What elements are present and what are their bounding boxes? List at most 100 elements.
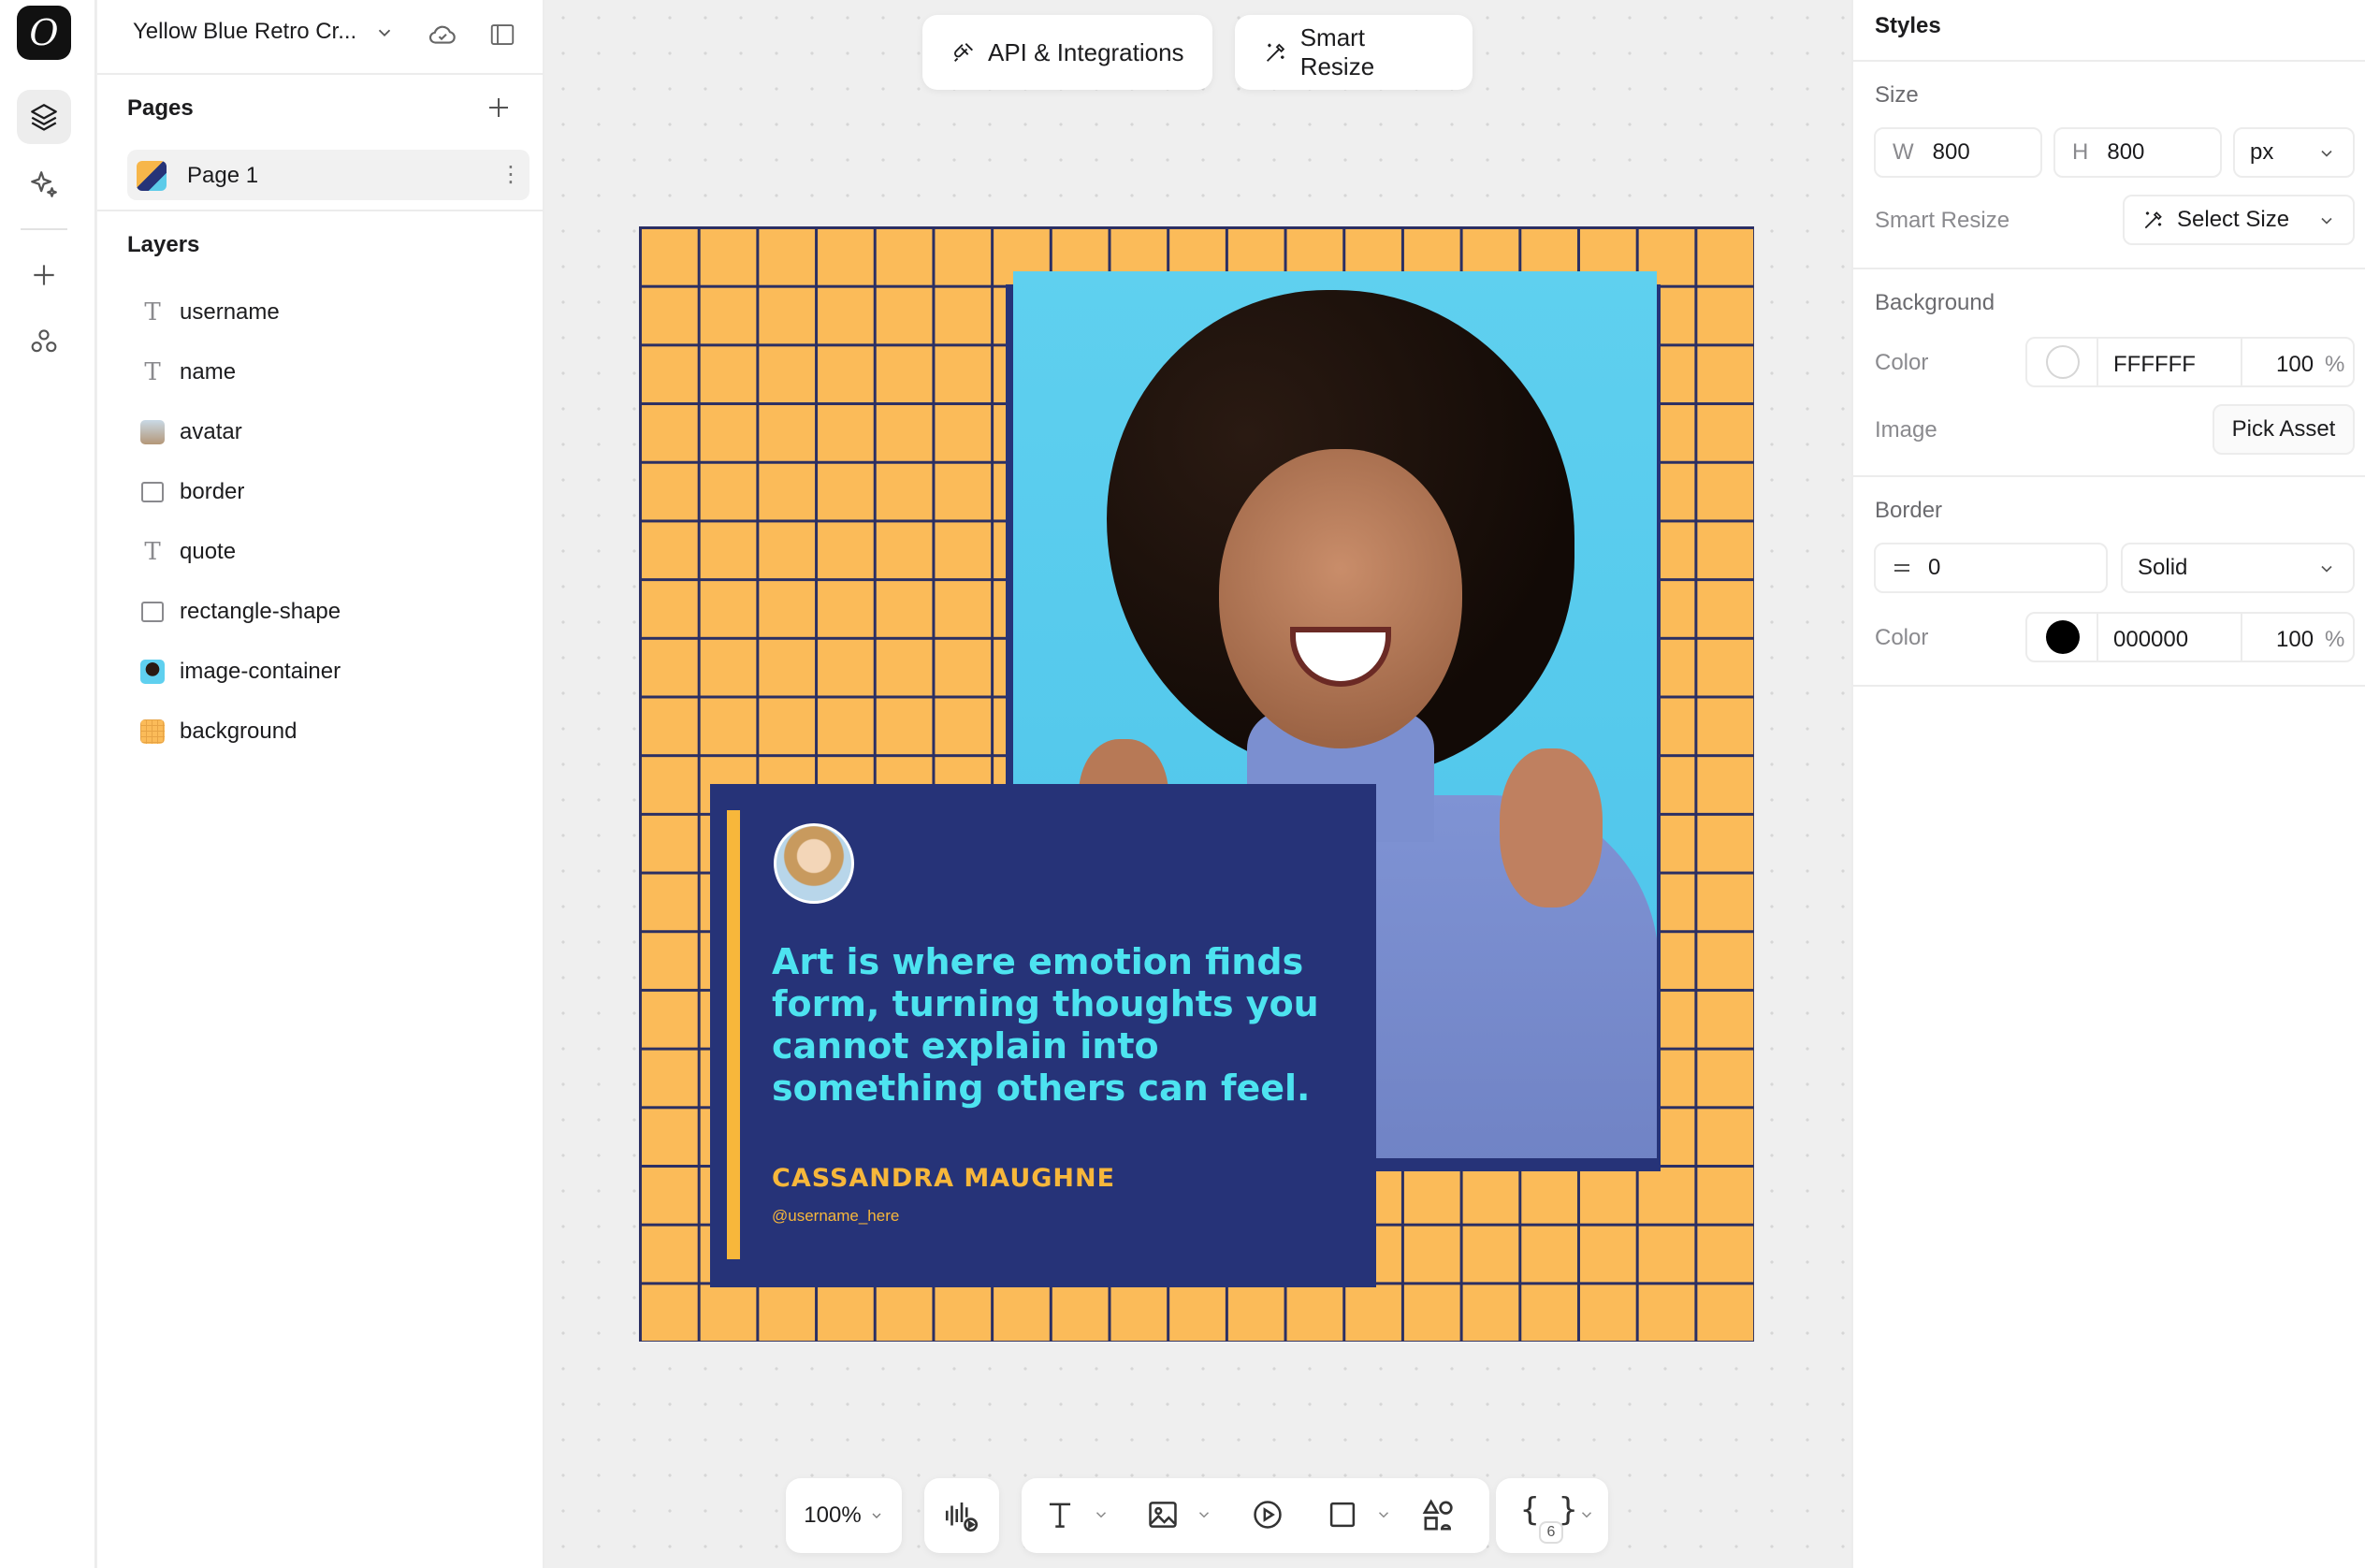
name[interactable]: CASSANDRA MAUGHNE: [772, 1164, 1115, 1193]
cloud-sync-icon[interactable]: [427, 19, 458, 55]
styles-panel: Styles Size W 800 H 800 px Smart Resize …: [1851, 0, 2365, 1568]
layer-label: quote: [180, 539, 237, 564]
layer-item-rectangle-shape[interactable]: rectangle-shape: [127, 586, 530, 638]
border-color-field[interactable]: 000000 100 %: [2025, 612, 2355, 662]
height-value: 800: [2107, 139, 2145, 165]
border-heading: Border: [1875, 498, 1943, 523]
pick-asset-button[interactable]: Pick Asset: [2213, 404, 2355, 455]
unit-value: px: [2250, 139, 2274, 165]
chevron-down-icon: [872, 1513, 881, 1518]
border-weight-icon: [1894, 564, 1909, 572]
border-style-select[interactable]: Solid: [2121, 543, 2355, 593]
border-width-value: 0: [1928, 555, 1941, 580]
code-count-badge: 6: [1539, 1521, 1563, 1544]
border-opacity-unit: %: [2325, 627, 2345, 652]
field-divider: [2241, 339, 2242, 385]
panel-divider: [1853, 268, 2365, 269]
height-input[interactable]: H 800: [2053, 127, 2222, 178]
avatar[interactable]: [774, 823, 854, 904]
layer-label: rectangle-shape: [180, 599, 341, 624]
styles-title: Styles: [1875, 13, 1941, 38]
chevron-down-icon[interactable]: [1578, 1506, 1595, 1528]
select-size-button[interactable]: Select Size: [2123, 195, 2355, 245]
layer-label: name: [180, 359, 237, 385]
username[interactable]: @username_here: [772, 1207, 899, 1226]
plus-icon: [34, 265, 54, 285]
add-page-button[interactable]: [485, 94, 513, 126]
ai-rail-button[interactable]: [17, 157, 71, 211]
photo-face: [1219, 449, 1462, 748]
smart-resize-button[interactable]: Smart Resize: [1235, 15, 1473, 90]
canvas[interactable]: API & Integrations Smart Resize Art is w…: [545, 0, 1851, 1568]
shape-tool-icon[interactable]: [1325, 1497, 1360, 1537]
chevron-down-icon[interactable]: [1196, 1506, 1212, 1528]
code-tool-button[interactable]: { } 6: [1496, 1478, 1608, 1553]
insert-toolbar: [1022, 1478, 1489, 1553]
background-opacity[interactable]: 100: [2276, 352, 2314, 378]
components-rail-button[interactable]: [17, 314, 71, 369]
background-color-field[interactable]: FFFFFF 100 %: [2025, 337, 2355, 387]
document-title[interactable]: Yellow Blue Retro Cr...: [133, 19, 356, 45]
magic-wand-icon: [1266, 43, 1285, 62]
layers-heading: Layers: [127, 232, 200, 257]
size-heading: Size: [1875, 82, 1919, 108]
rectangle-icon: [140, 600, 165, 624]
left-rail: O: [0, 0, 96, 1568]
width-label: W: [1893, 139, 1914, 165]
layers-rail-button[interactable]: [17, 90, 71, 144]
layer-item-image-container[interactable]: image-container: [127, 646, 530, 698]
elements-tool-icon[interactable]: [1420, 1497, 1458, 1539]
app-logo[interactable]: O: [17, 6, 71, 60]
chevron-down-icon[interactable]: [374, 22, 395, 48]
quote-card[interactable]: Art is where emotion finds form, turning…: [710, 784, 1376, 1287]
background-color-swatch[interactable]: [2046, 345, 2080, 379]
border-opacity[interactable]: 100: [2276, 627, 2314, 653]
panel-divider: [1853, 60, 2365, 62]
panel-toggle-icon[interactable]: [488, 21, 516, 53]
layer-item-quote[interactable]: T quote: [127, 526, 530, 578]
layer-item-border[interactable]: border: [127, 466, 530, 518]
artboard[interactable]: Art is where emotion finds form, turning…: [639, 226, 1754, 1342]
api-integrations-button[interactable]: API & Integrations: [922, 15, 1212, 90]
quote[interactable]: Art is where emotion finds form, turning…: [772, 941, 1352, 1110]
background-color-label: Color: [1875, 350, 1929, 375]
chevron-down-icon: [2321, 565, 2332, 573]
unit-select[interactable]: px: [2233, 127, 2355, 178]
video-tool-icon[interactable]: [1250, 1497, 1285, 1537]
layer-label: avatar: [180, 419, 242, 444]
api-integrations-label: API & Integrations: [988, 37, 1184, 66]
background-color-hex[interactable]: FFFFFF: [2113, 352, 2196, 378]
more-vertical-icon[interactable]: ⋮: [500, 161, 522, 188]
rectangle-icon: [140, 480, 165, 504]
chevron-down-icon[interactable]: [1375, 1506, 1392, 1528]
magic-wand-icon: [2144, 211, 2162, 229]
border-style-value: Solid: [2138, 555, 2188, 580]
layer-item-username[interactable]: T username: [127, 286, 530, 339]
layer-label: border: [180, 479, 245, 504]
image-tool-icon[interactable]: [1145, 1497, 1181, 1537]
chevron-down-icon: [2321, 150, 2332, 157]
panel-divider: [1853, 685, 2365, 687]
page-item[interactable]: Page 1 ⋮: [127, 150, 530, 200]
smart-resize-label: Smart Resize: [1299, 23, 1375, 80]
width-value: 800: [1932, 139, 1970, 165]
field-divider: [2241, 614, 2242, 661]
document-header: Yellow Blue Retro Cr...: [97, 0, 544, 75]
layer-item-avatar[interactable]: avatar: [127, 406, 530, 458]
zoom-control[interactable]: 100%: [786, 1478, 902, 1553]
height-label: H: [2072, 139, 2089, 165]
border-color-hex[interactable]: 000000: [2113, 627, 2188, 653]
width-input[interactable]: W 800: [1874, 127, 2042, 178]
border-width-input[interactable]: 0: [1874, 543, 2108, 593]
photo-hand-right: [1500, 748, 1603, 907]
text-tool-icon[interactable]: [1042, 1497, 1078, 1537]
audio-tool-button[interactable]: [924, 1478, 999, 1553]
add-rail-button[interactable]: [17, 248, 71, 302]
page-thumbnail: [137, 161, 167, 191]
border-color-swatch[interactable]: [2046, 620, 2080, 654]
layers-icon: [31, 104, 57, 131]
plus-icon: [489, 98, 508, 117]
layer-item-background[interactable]: background: [127, 705, 530, 758]
chevron-down-icon[interactable]: [1093, 1506, 1110, 1528]
layer-item-name[interactable]: T name: [127, 346, 530, 399]
